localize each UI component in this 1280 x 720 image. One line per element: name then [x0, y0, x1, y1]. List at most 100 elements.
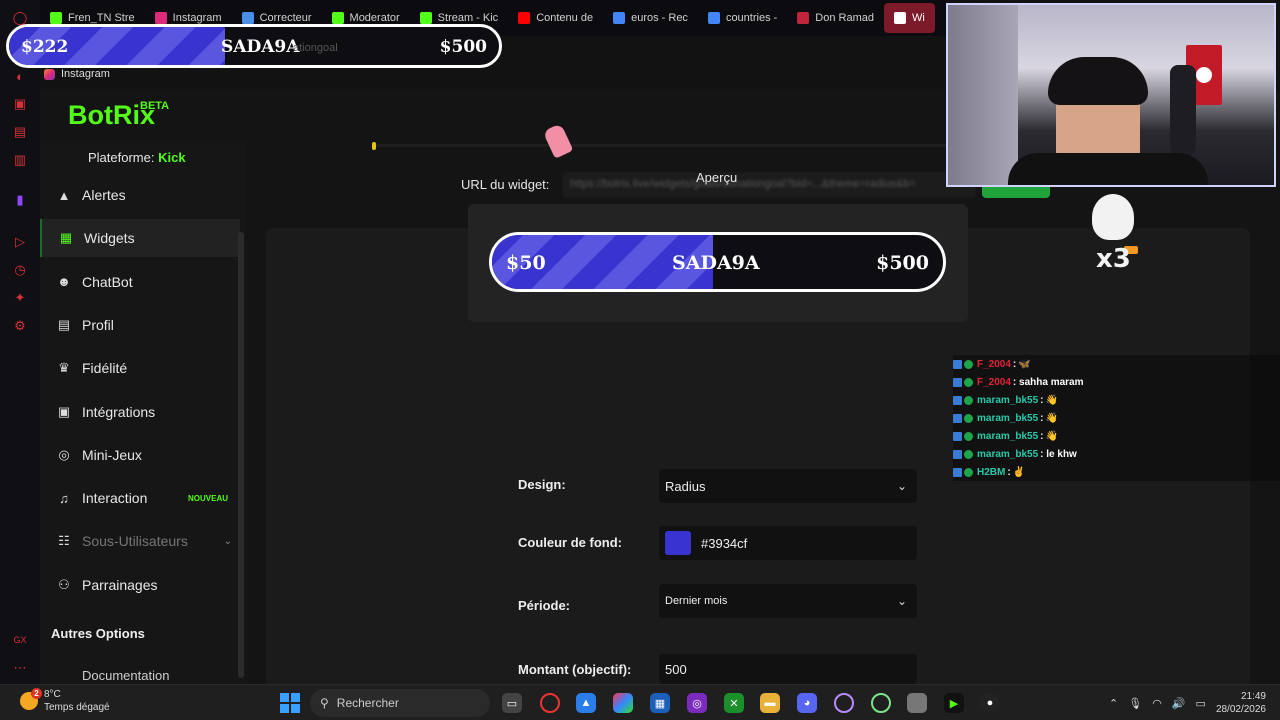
amount-input[interactable]: 500	[659, 654, 917, 684]
sidebar-item-fid-lit-[interactable]: ♛ Fidélité	[40, 349, 240, 387]
sub-badge-icon	[964, 449, 973, 459]
sidebar-item-label: Widgets	[84, 230, 135, 247]
period-select[interactable]: Dernier mois ⌄	[659, 584, 917, 618]
browser-tab[interactable]: countries -	[698, 3, 787, 33]
design-label: Design:	[518, 477, 566, 492]
photos-app-icon[interactable]: ▲	[576, 693, 596, 713]
browser-tab[interactable]: Wi	[884, 3, 935, 33]
tab-favicon-icon	[518, 12, 531, 24]
color-swatch[interactable]	[665, 531, 691, 555]
chat-username[interactable]: maram_bk55	[977, 413, 1038, 424]
extensions-icon[interactable]: ✦	[12, 290, 28, 306]
sidebar-item-profil[interactable]: ▤ Profil	[40, 306, 240, 344]
chat-username[interactable]: maram_bk55	[977, 431, 1038, 442]
widget-url-field[interactable]: https://botrix.live/widgets/goals/donati…	[562, 172, 976, 198]
platform-label: Plateforme:	[88, 150, 155, 165]
chat-username[interactable]: F_2004	[977, 359, 1011, 370]
user-group-icon: ⚇	[58, 576, 70, 592]
sidebar-item-widgets[interactable]: ▦ Widgets	[40, 219, 240, 258]
bag-icon[interactable]: ▣	[12, 96, 28, 112]
multiplier-label: x3	[1096, 244, 1131, 274]
sidebar-item-documentation[interactable]: Documentation	[40, 668, 169, 683]
id-card-icon: ▤	[57, 316, 71, 332]
chat-username[interactable]: F_2004	[977, 377, 1011, 388]
chat-text: : sahha maram	[1012, 376, 1084, 388]
botrix-logo[interactable]: BotRix BETA	[68, 100, 169, 131]
opera-gx-app-icon[interactable]	[834, 693, 854, 713]
generic-app-icon[interactable]	[907, 693, 927, 713]
opera-air-app-icon[interactable]	[871, 693, 891, 713]
chat-username[interactable]: maram_bk55	[977, 395, 1038, 406]
opera-app-icon[interactable]	[540, 693, 560, 713]
xbox-app-icon[interactable]: ✕	[724, 693, 744, 713]
tab-label: Stream - Kic	[437, 12, 499, 24]
chevron-up-icon[interactable]: ⌃	[1109, 697, 1118, 710]
settings-icon[interactable]: ⚙	[12, 318, 28, 334]
chat-emote: ✌	[1012, 466, 1026, 478]
chat-overlay: F_2004: 🦋 F_2004: sahha maram maram_bk55: 👋 m…	[953, 355, 1280, 483]
file-explorer-icon[interactable]: ▬	[760, 693, 780, 713]
new-badge: NOUVEAU	[188, 493, 229, 503]
tab-label: Correcteur	[259, 12, 312, 24]
discord-app-icon[interactable]: ◕	[797, 693, 817, 713]
task-view-icon[interactable]: ▭	[502, 693, 522, 713]
twitch-icon[interactable]: ▮	[12, 192, 28, 208]
sidebar-item-interaction[interactable]: ♫ Interaction NOUVEAU	[40, 479, 240, 517]
microphone-tray-icon[interactable]: 🎙	[1128, 697, 1142, 710]
pinboard-icon[interactable]: ▤	[12, 124, 28, 140]
sidebar-item-parrainages[interactable]: ⚇ Parrainages	[40, 566, 240, 604]
chat-emote: 🦋	[1018, 358, 1031, 370]
browser-sidebar: ◯ ◐ ▣ ▤ ▥ ▮ ▷ ◷ ✦ ⚙ GX ⋯	[0, 0, 40, 684]
browser-tab[interactable]: Contenu de	[508, 3, 603, 33]
windows-taskbar: 2 8°C Temps dégagé ⚲ Rechercher ▭ ▲ ▦ ◎ …	[0, 684, 1280, 720]
robot-icon: ☻	[57, 274, 71, 290]
search-icon: ⚲	[320, 696, 329, 710]
history-icon[interactable]: ◷	[12, 262, 28, 278]
preview-goal-bar: $50 SADA9A $500	[489, 232, 946, 292]
sidebar-item-mini-jeux[interactable]: ◎ Mini-Jeux	[40, 436, 240, 474]
chat-username[interactable]: maram_bk55	[977, 449, 1038, 460]
design-select[interactable]: Radius ⌄	[659, 469, 917, 503]
sidebar-item-sous-utilisateurs[interactable]: ☷ Sous-Utilisateurs ⌄	[40, 522, 240, 560]
sidebar-item-int-grations[interactable]: ▣ Intégrations	[40, 393, 240, 431]
gx-icon[interactable]: GX	[12, 632, 28, 648]
weather-widget[interactable]: 2 8°C Temps dégagé	[20, 688, 110, 714]
browser-tab[interactable]: euros - Rec	[603, 3, 698, 33]
chevron-down-icon: ⌄	[896, 479, 907, 493]
volume-icon[interactable]: 🔊	[1172, 697, 1186, 710]
proton-app-icon[interactable]: ◎	[687, 693, 707, 713]
users-icon: ☷	[58, 533, 70, 549]
sub-badge-icon	[964, 413, 973, 423]
trophy-icon: ♛	[58, 360, 70, 376]
copilot-app-icon[interactable]	[613, 693, 633, 713]
taskbar-search[interactable]: ⚲ Rechercher	[310, 689, 490, 717]
sidebar-scrollbar[interactable]	[238, 232, 244, 678]
clock[interactable]: 21:49 28/02/2026	[1216, 690, 1266, 716]
tab-label: Wi	[912, 12, 925, 24]
sidebar-item-alertes[interactable]: ▲ Alertes	[40, 176, 240, 214]
weather-temp: 8°C	[44, 689, 61, 700]
system-tray: ⌃ 🎙 ◠ 🔊 ▭ 21:49 28/02/2026	[1109, 685, 1280, 720]
bg-color-field[interactable]: #3934cf	[659, 526, 917, 560]
hint-marker	[372, 142, 376, 150]
store-app-icon[interactable]: ▦	[650, 693, 670, 713]
more-icon[interactable]: ⋯	[12, 660, 28, 676]
tab-label: Contenu de	[536, 12, 594, 24]
windows-start-icon[interactable]	[280, 693, 300, 713]
browser-tab[interactable]: Don Ramad	[787, 3, 884, 33]
battery-icon[interactable]: ▭	[1196, 697, 1206, 710]
bookmark-instagram[interactable]: Instagram	[61, 68, 110, 80]
stream-goal-ghost-text: ationgoal	[293, 42, 338, 54]
bg-color-label: Couleur de fond:	[518, 535, 622, 550]
obs-app-icon[interactable]: ●	[980, 693, 1000, 713]
aria-icon[interactable]: ◐	[12, 68, 28, 84]
wifi-icon[interactable]: ◠	[1152, 697, 1162, 710]
tab-label: Fren_TN Stre	[68, 12, 135, 24]
microphone-icon	[1170, 65, 1196, 155]
music-player-icon[interactable]: ▥	[12, 152, 28, 168]
sidebar-item-chatbot[interactable]: ☻ ChatBot	[40, 263, 240, 301]
player-icon[interactable]: ▷	[12, 234, 28, 250]
kick-app-icon[interactable]: ▶	[944, 693, 964, 713]
chat-username[interactable]: H2BM	[977, 467, 1005, 478]
period-label: Période:	[518, 598, 571, 613]
